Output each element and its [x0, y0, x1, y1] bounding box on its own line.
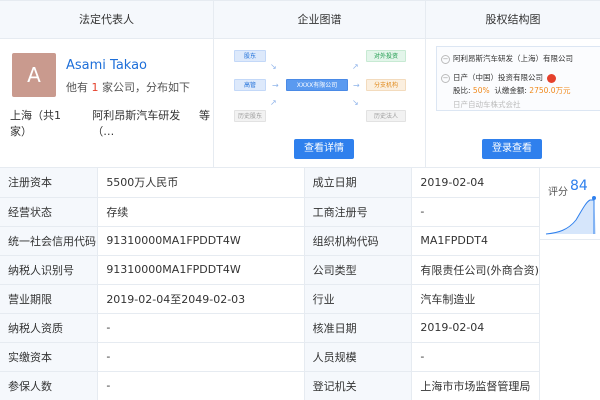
collapse-icon: −	[441, 73, 450, 83]
field-value: 2019-02-04	[411, 313, 540, 343]
count-prefix: 他有	[66, 81, 88, 94]
field-label: 登记机关	[304, 371, 413, 400]
graph-node-investment: 对外投资	[366, 50, 406, 62]
equity-structure-title: 股权结构图	[426, 1, 600, 39]
legal-rep-card: 法定代表人 A Asami Takao 他有 1 家公司，分布如下 上海（共1家…	[0, 1, 214, 167]
field-value: -	[411, 342, 540, 372]
field-label: 公司类型	[304, 255, 413, 285]
field-value: 存续	[97, 197, 305, 227]
collapse-icon: −	[441, 54, 450, 64]
field-value: -	[97, 371, 305, 400]
table-row: 纳税人资质 - 核准日期 2019-02-04	[0, 313, 540, 343]
field-value: 91310000MA1FPDDT4W	[97, 255, 305, 285]
table-row: 参保人数 - 登记机关 上海市市场监督管理局	[0, 371, 540, 400]
score-panel: 评分 84	[540, 168, 600, 240]
company-info-table: 注册资本 5500万人民币 成立日期 2019-02-04 经营状态 存续 工商注册号 - 统一…	[0, 168, 540, 400]
nissan-logo-icon	[547, 73, 556, 83]
table-row: 经营状态 存续 工商注册号 -	[0, 197, 540, 227]
field-label: 工商注册号	[304, 197, 413, 227]
graph-node-executive: 高管	[234, 79, 266, 91]
field-label: 经营状态	[0, 197, 99, 227]
enterprise-graph-preview: 股东 高管 历史股东 XXXX有限公司 对外投资 分支机构 历史法人 ↘ → ↗…	[232, 46, 412, 126]
field-value: 2019-02-04	[411, 168, 540, 198]
ratio-value: 50%	[472, 86, 490, 95]
more-link[interactable]: 等	[199, 107, 210, 139]
field-label: 人员规模	[304, 342, 413, 372]
view-details-button[interactable]: 查看详情	[294, 139, 354, 159]
arrow-icon: ↘	[270, 62, 277, 71]
graph-node-shareholder: 股东	[234, 50, 266, 62]
graph-node-history-rep: 历史法人	[366, 110, 406, 122]
field-label: 统一社会信用代码	[0, 226, 99, 256]
equity-preview: − 阿利昂斯汽车研发（上海）有限公司 − 日产（中国）投资有限公司 股比: 50% …	[436, 46, 600, 111]
arrow-icon: ↗	[270, 98, 277, 107]
equity-row-parent: 日产自动车株式会社	[453, 99, 521, 110]
table-row: 营业期限 2019-02-04至2049-02-03 行业 汽车制造业	[0, 284, 540, 314]
table-row: 注册资本 5500万人民币 成立日期 2019-02-04	[0, 168, 540, 198]
company-link[interactable]: 阿利昂斯汽车研发（…	[92, 107, 189, 139]
field-label: 参保人数	[0, 371, 99, 400]
field-label: 纳税人识别号	[0, 255, 99, 285]
amount-label: 认缴金额:	[494, 86, 527, 95]
arrow-icon: →	[272, 81, 279, 90]
field-label: 核准日期	[304, 313, 413, 343]
arrow-icon: ↘	[352, 98, 359, 107]
field-value: MA1FPDDT4	[411, 226, 540, 256]
field-label: 纳税人资质	[0, 313, 99, 343]
field-label: 行业	[304, 284, 413, 314]
legal-rep-name-link[interactable]: Asami Takao	[66, 58, 147, 73]
score-distribution-chart	[545, 196, 596, 235]
enterprise-graph-card: 企业图谱 股东 高管 历史股东 XXXX有限公司 对外投资 分支机构 历史法人 …	[214, 1, 426, 167]
field-value: 5500万人民币	[97, 168, 305, 198]
location-label: 上海（共1家）	[10, 109, 61, 138]
equity-row-holder: − 日产（中国）投资有限公司	[441, 72, 556, 83]
login-to-view-button[interactable]: 登录查看	[482, 139, 542, 159]
count-number: 1	[91, 81, 99, 94]
count-suffix: 家公司，分布如下	[102, 81, 190, 94]
arrow-icon: ↗	[352, 62, 359, 71]
field-label: 实缴资本	[0, 342, 99, 372]
equity-holder-name: 日产（中国）投资有限公司	[453, 73, 543, 82]
field-value: 有限责任公司(外商合资)	[411, 255, 540, 285]
field-label: 注册资本	[0, 168, 99, 198]
table-row: 实缴资本 - 人员规模 -	[0, 342, 540, 372]
arrow-icon: →	[353, 81, 360, 90]
table-row: 纳税人识别号 91310000MA1FPDDT4W 公司类型 有限责任公司(外商合资)	[0, 255, 540, 285]
graph-node-branch: 分支机构	[366, 79, 406, 91]
avatar: A	[12, 53, 56, 97]
field-value: 上海市市场监督管理局	[411, 371, 540, 400]
score-marker-dot	[592, 196, 596, 200]
score-value: 84	[570, 178, 588, 194]
legal-rep-company-count: 他有 1 家公司，分布如下	[66, 79, 190, 95]
field-label: 组织机构代码	[304, 226, 413, 256]
equity-row-ratio: 股比: 50% 认缴金额: 2750.0万元	[453, 85, 571, 96]
graph-node-history-shareholder: 历史股东	[234, 110, 266, 122]
field-value: -	[411, 197, 540, 227]
enterprise-graph-title: 企业图谱	[214, 1, 425, 39]
equity-parent-name: 日产自动车株式会社	[453, 100, 521, 109]
legal-rep-title: 法定代表人	[0, 1, 213, 39]
field-value: 2019-02-04至2049-02-03	[97, 284, 305, 314]
field-value: -	[97, 313, 305, 343]
equity-structure-card: 股权结构图 − 阿利昂斯汽车研发（上海）有限公司 − 日产（中国）投资有限公司 股比…	[426, 1, 600, 167]
field-label: 成立日期	[304, 168, 413, 198]
field-value: 91310000MA1FPDDT4W	[97, 226, 305, 256]
field-value: -	[97, 342, 305, 372]
equity-company-name: 阿利昂斯汽车研发（上海）有限公司	[453, 54, 573, 63]
ratio-label: 股比:	[453, 86, 471, 95]
summary-cards: 法定代表人 A Asami Takao 他有 1 家公司，分布如下 上海（共1家…	[0, 0, 600, 168]
amount-value: 2750.0万元	[529, 86, 571, 95]
field-value: 汽车制造业	[411, 284, 540, 314]
score-curve-area	[546, 200, 596, 234]
field-label: 营业期限	[0, 284, 99, 314]
legal-rep-company-list: 上海（共1家） 阿利昂斯汽车研发（… 等	[10, 107, 210, 139]
graph-node-center: XXXX有限公司	[286, 79, 348, 91]
equity-row-company: − 阿利昂斯汽车研发（上海）有限公司	[441, 53, 573, 64]
table-row: 统一社会信用代码 91310000MA1FPDDT4W 组织机构代码 MA1FPDDT…	[0, 226, 540, 256]
